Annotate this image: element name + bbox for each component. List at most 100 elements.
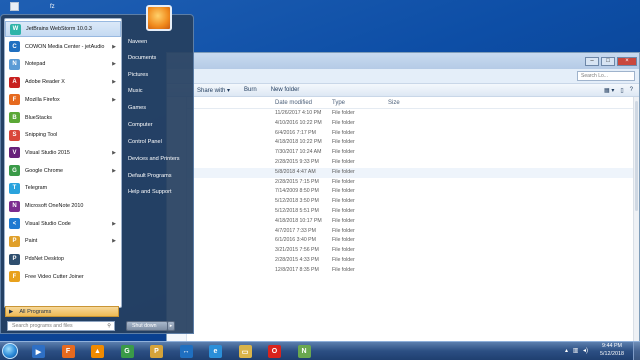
- minimize-button[interactable]: –: [585, 56, 599, 66]
- telegram-icon: T: [9, 182, 20, 194]
- chrome-icon[interactable]: G: [120, 345, 134, 358]
- start-right-item[interactable]: Pictures: [128, 69, 192, 81]
- table-row[interactable]: 12/8/2017 8:35 PM File folder: [187, 266, 639, 276]
- submenu-arrow-icon[interactable]: ▶: [112, 150, 116, 156]
- start-right-item[interactable]: Control Panel: [128, 136, 192, 148]
- table-row[interactable]: 6/1/2016 3:40 PM File folder: [187, 236, 639, 246]
- table-row[interactable]: 3/21/2015 7:56 PM File folder: [187, 246, 639, 256]
- submenu-arrow-icon[interactable]: ▶: [112, 79, 116, 85]
- media-player-icon[interactable]: ▶: [32, 345, 45, 358]
- scrollbar-thumb[interactable]: [635, 101, 638, 211]
- maximize-button[interactable]: □: [601, 56, 615, 66]
- table-row[interactable]: 6/4/2016 7:17 PM File folder: [187, 129, 639, 139]
- program-item[interactable]: S Snipping Tool: [5, 127, 121, 143]
- table-row[interactable]: 2/28/2015 7:15 PM File folder: [187, 178, 639, 188]
- table-row[interactable]: 4/10/2016 10:22 PM File folder: [187, 119, 639, 129]
- user-avatar[interactable]: [146, 5, 172, 31]
- start-right-item[interactable]: Devices and Printers: [128, 153, 192, 165]
- program-item[interactable]: B BlueStacks: [5, 110, 121, 126]
- program-item[interactable]: W JetBrains WebStorm 10.0.3: [5, 21, 121, 37]
- network-icon[interactable]: ▥: [573, 348, 579, 354]
- visual-studio-icon: V: [9, 147, 20, 159]
- start-right-item[interactable]: Documents: [128, 52, 192, 64]
- program-item[interactable]: N Microsoft OneNote 2010: [5, 198, 121, 214]
- program-item[interactable]: P PdsNet Desktop: [5, 251, 121, 267]
- program-item[interactable]: F Free Video Cutter Joiner: [5, 269, 121, 285]
- volume-icon[interactable]: ◂): [583, 348, 588, 354]
- table-row[interactable]: 7/14/2009 8:50 PM File folder: [187, 187, 639, 197]
- row-type: File folder: [332, 247, 355, 254]
- table-row[interactable]: 5/8/2018 4:47 AM File folder: [187, 167, 639, 178]
- column-size[interactable]: Size: [388, 100, 418, 106]
- help-icon[interactable]: ?: [630, 87, 633, 94]
- program-item[interactable]: F Mozilla Firefox ▶: [5, 92, 121, 108]
- submenu-arrow-icon[interactable]: ▶: [112, 44, 116, 50]
- new-folder-button[interactable]: New folder: [271, 87, 300, 93]
- program-item[interactable]: C COWON Media Center - jetAudio ▶: [5, 39, 121, 55]
- shutdown-options-button[interactable]: ▸: [167, 321, 175, 331]
- table-row[interactable]: 5/12/2018 5:51 PM File folder: [187, 207, 639, 217]
- paint-icon[interactable]: P: [150, 345, 163, 358]
- column-type[interactable]: Type: [332, 100, 390, 106]
- start-right-item[interactable]: Computer: [128, 119, 192, 131]
- start-right-item[interactable]: Help and Support: [128, 186, 192, 198]
- explorer-content: Date modified Type Size 11/26/2017 4:10 …: [167, 97, 639, 342]
- notepad-plus-icon[interactable]: N: [297, 345, 311, 358]
- tray-arrow-icon[interactable]: ▴: [565, 348, 568, 354]
- system-clock[interactable]: 9:44 PM 5/12/2018: [595, 343, 629, 358]
- submenu-arrow-icon[interactable]: ▶: [112, 221, 116, 227]
- search-input[interactable]: Search Lo...: [577, 71, 635, 81]
- start-search-input[interactable]: Search programs and files ⚲: [7, 321, 115, 331]
- table-row[interactable]: 2/28/2015 4:33 PM File folder: [187, 256, 639, 266]
- program-label: Paint: [25, 238, 38, 245]
- table-row[interactable]: 5/12/2018 3:50 PM File folder: [187, 197, 639, 207]
- show-desktop-button[interactable]: [633, 342, 640, 360]
- preview-pane-icon[interactable]: ▯: [620, 87, 623, 94]
- view-options-icon[interactable]: ▦ ▾: [604, 87, 614, 94]
- opera-icon[interactable]: O: [268, 345, 281, 358]
- program-item[interactable]: V Visual Studio 2015 ▶: [5, 145, 121, 161]
- close-button[interactable]: ×: [617, 56, 637, 66]
- file-explorer-icon[interactable]: ▭: [238, 345, 252, 358]
- shutdown-button[interactable]: Shut down: [126, 321, 168, 331]
- submenu-arrow-icon[interactable]: ▶: [112, 97, 116, 103]
- start-right-item[interactable]: Default Programs: [128, 170, 192, 182]
- start-right-item[interactable]: Games: [128, 102, 192, 114]
- burn-button[interactable]: Burn: [244, 87, 257, 93]
- teamviewer-icon[interactable]: ↔: [179, 345, 193, 358]
- table-row[interactable]: 2/28/2015 9:33 PM File folder: [187, 158, 639, 168]
- program-label: Telegram: [25, 185, 48, 192]
- table-row[interactable]: 4/18/2018 10:17 PM File folder: [187, 217, 639, 227]
- program-item[interactable]: N Notepad ▶: [5, 56, 121, 72]
- program-item[interactable]: < Visual Studio Code ▶: [5, 216, 121, 232]
- chrome-icon: G: [9, 165, 20, 177]
- row-date-modified: 3/21/2015 7:56 PM: [275, 247, 319, 254]
- submenu-arrow-icon[interactable]: ▶: [112, 168, 116, 174]
- submenu-arrow-icon[interactable]: ▶: [112, 61, 116, 67]
- column-date-modified[interactable]: Date modified: [275, 100, 331, 106]
- program-item[interactable]: T Telegram: [5, 180, 121, 196]
- vertical-scrollbar[interactable]: [633, 97, 639, 342]
- vscode-icon: <: [9, 218, 20, 230]
- all-programs-button[interactable]: ▶ All Programs: [5, 306, 119, 317]
- share-with-button[interactable]: Share with ▾: [197, 87, 230, 94]
- firefox-icon[interactable]: F: [61, 345, 75, 358]
- start-right-item[interactable]: Naveen: [128, 36, 192, 48]
- start-right-item[interactable]: Music: [128, 85, 192, 97]
- desktop-file-icon[interactable]: [10, 2, 19, 11]
- program-label: Adobe Reader X: [25, 79, 65, 86]
- submenu-arrow-icon[interactable]: ▶: [112, 238, 116, 244]
- program-item[interactable]: A Adobe Reader X ▶: [5, 74, 121, 90]
- row-type: File folder: [332, 188, 355, 195]
- table-row[interactable]: 4/18/2018 10:22 PM File folder: [187, 138, 639, 148]
- program-item[interactable]: P Paint ▶: [5, 233, 121, 249]
- internet-explorer-icon[interactable]: e: [209, 345, 222, 358]
- start-button[interactable]: [2, 343, 18, 359]
- vlc-icon[interactable]: ▲: [91, 345, 104, 358]
- table-row[interactable]: 4/7/2017 7:33 PM File folder: [187, 227, 639, 237]
- desktop-shortcut-label[interactable]: fz: [50, 4, 55, 10]
- table-row[interactable]: 7/30/2017 10:24 AM File folder: [187, 148, 639, 158]
- row-type: File folder: [332, 237, 355, 244]
- table-row[interactable]: 11/26/2017 4:10 PM File folder: [187, 109, 639, 119]
- program-item[interactable]: G Google Chrome ▶: [5, 163, 121, 179]
